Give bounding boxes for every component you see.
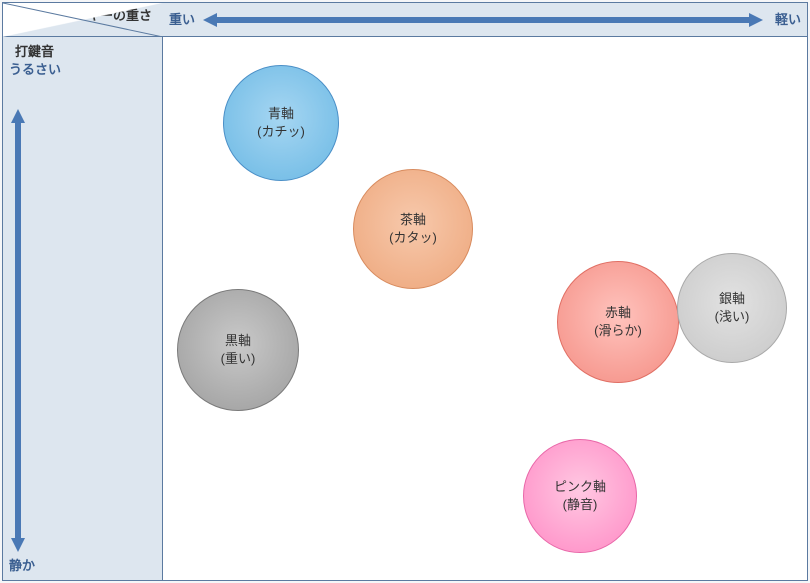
bubble-blue: 青軸 (カチッ) (223, 65, 339, 181)
bubble-name: 銀軸 (719, 290, 745, 308)
bubble-name: 赤軸 (605, 304, 631, 322)
y-axis-band: 打鍵音 うるさい 静か (3, 37, 163, 580)
bubble-silver: 銀軸 (浅い) (677, 253, 787, 363)
bubble-note: (重い) (221, 350, 256, 368)
plot-area: 青軸 (カチッ) 茶軸 (カタッ) 黒軸 (重い) 赤軸 (滑らか) 銀軸 (浅… (163, 37, 807, 580)
x-axis-title: キーの重さ (87, 5, 152, 24)
x-axis-arrow-icon (203, 13, 763, 27)
y-axis-arrow-icon (11, 109, 25, 552)
bubble-note: (浅い) (715, 308, 750, 326)
bubble-name: ピンク軸 (554, 478, 606, 496)
y-axis-loud-label: うるさい (9, 59, 61, 78)
bubble-note: (カチッ) (257, 123, 305, 141)
bubble-brown: 茶軸 (カタッ) (353, 169, 473, 289)
bubble-note: (静音) (563, 496, 598, 514)
x-axis-band: キーの重さ 重い 軽い (3, 3, 807, 37)
bubble-red: 赤軸 (滑らか) (557, 261, 679, 383)
bubble-pink: ピンク軸 (静音) (523, 439, 637, 553)
bubble-note: (カタッ) (389, 229, 437, 247)
y-axis-title: 打鍵音 (15, 41, 54, 60)
chart-frame: キーの重さ 重い 軽い 打鍵音 うるさい 静か 青軸 (カチッ) 茶軸 (カタッ… (2, 2, 808, 581)
bubble-name: 黒軸 (225, 332, 251, 350)
bubble-black: 黒軸 (重い) (177, 289, 299, 411)
bubble-name: 茶軸 (400, 211, 426, 229)
bubble-note: (滑らか) (594, 322, 642, 340)
bubble-name: 青軸 (268, 105, 294, 123)
x-axis-light-label: 軽い (775, 9, 801, 28)
y-axis-quiet-label: 静か (9, 555, 35, 574)
x-axis-heavy-label: 重い (169, 9, 195, 28)
